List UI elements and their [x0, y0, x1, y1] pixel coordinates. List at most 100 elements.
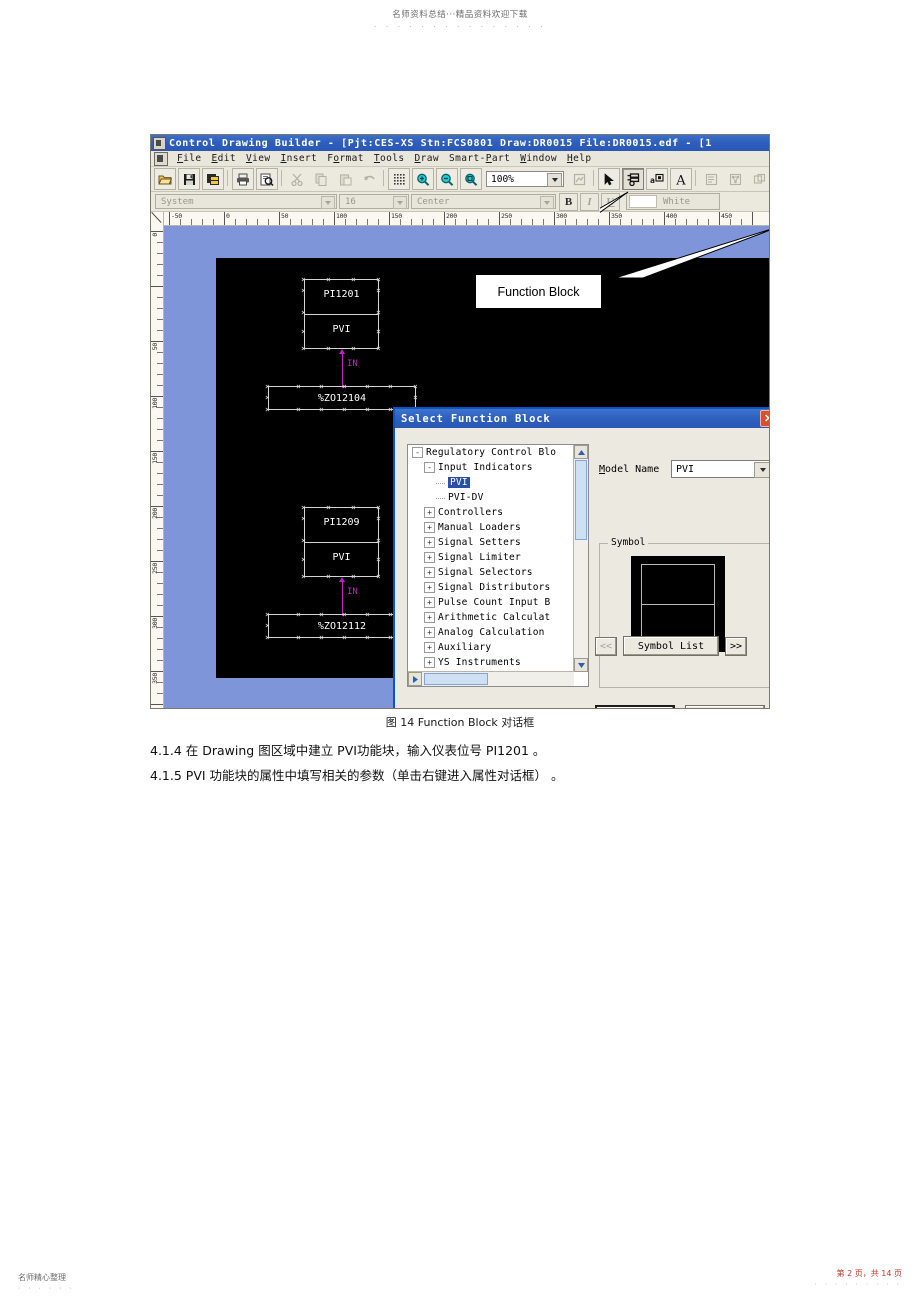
window-titlebar: Control Drawing Builder - [Pjt:CES-XS St…	[151, 135, 769, 151]
zoom-in-icon[interactable]	[412, 168, 434, 190]
tree-item-label: Controllers	[438, 507, 504, 518]
tree-item-label: Signal Distributors	[438, 582, 551, 593]
function-block-pi1209[interactable]: PI1209 PVI	[304, 507, 379, 577]
tree-expand-icon[interactable]: +	[424, 522, 435, 533]
tree-item-signal-selectors[interactable]: + Signal Selectors	[408, 565, 574, 580]
print-icon[interactable]	[232, 168, 254, 190]
italic-button[interactable]: I	[580, 192, 599, 211]
tree-item-auxiliary[interactable]: + Auxiliary	[408, 640, 574, 655]
symbol-list-button[interactable]: Symbol List	[623, 636, 719, 656]
menu-item-file[interactable]: File	[172, 153, 206, 164]
tree-item-pvi-dv[interactable]: PVI-DV	[408, 490, 574, 505]
vertical-ruler[interactable]: 0 50 100 150 200 250 300 350	[151, 225, 164, 708]
tree-item-ys-instruments[interactable]: + YS Instruments	[408, 655, 574, 670]
chevron-down-icon[interactable]	[321, 196, 335, 209]
previous-symbol-button[interactable]: <<	[595, 637, 617, 656]
tree-expand-icon[interactable]: +	[424, 657, 435, 668]
tree-item-analog-calculation[interactable]: + Analog Calculation	[408, 625, 574, 640]
save-icon[interactable]	[178, 168, 200, 190]
vertical-scroll-thumb[interactable]	[575, 460, 587, 540]
tree-item-controllers[interactable]: + Controllers	[408, 505, 574, 520]
smart-part-icon[interactable]: a	[646, 168, 668, 190]
next-symbol-button[interactable]: >>	[725, 637, 747, 656]
drawing-canvas[interactable]: PI1201 PVI × × × × × × × × × × × × × × I…	[164, 226, 769, 708]
tree-leaf-connector-icon	[436, 482, 445, 484]
close-icon[interactable]: ✕	[760, 410, 769, 427]
tree-expand-icon[interactable]: +	[424, 612, 435, 623]
tree-expand-icon[interactable]: +	[424, 537, 435, 548]
scroll-down-icon[interactable]	[574, 658, 588, 672]
function-block-pi1201[interactable]: PI1201 PVI	[304, 279, 379, 349]
footer-left-dots: · · · · · ·	[18, 1285, 75, 1292]
svg-text:a: a	[650, 176, 655, 185]
menu-item-help[interactable]: Help	[562, 153, 596, 164]
tree-vertical-scrollbar[interactable]	[573, 445, 588, 672]
function-block-tree[interactable]: - Regulatory Control Blo - Input Indicat…	[407, 444, 589, 687]
menu-item-format[interactable]: Format	[322, 153, 369, 164]
grid-icon[interactable]	[388, 168, 410, 190]
tree-expand-icon[interactable]: +	[424, 582, 435, 593]
tree-item-input-indicators[interactable]: - Input Indicators	[408, 460, 574, 475]
menu-item-edit[interactable]: Edit	[206, 153, 240, 164]
callout-function-block: Function Block	[475, 274, 602, 309]
select-pointer-icon[interactable]	[598, 168, 620, 190]
network-icon	[724, 168, 746, 190]
tree-collapse-icon[interactable]: -	[412, 447, 423, 458]
document-icon	[154, 151, 168, 166]
zoom-level-combo[interactable]: 100%	[486, 171, 564, 187]
tree-expand-icon[interactable]: +	[424, 507, 435, 518]
underline-button[interactable]: U	[601, 192, 620, 211]
menu-item-smart-part[interactable]: Smart-Part	[444, 153, 515, 164]
tree-expand-icon[interactable]: +	[424, 597, 435, 608]
bold-button[interactable]: B	[559, 192, 578, 211]
select-function-block-dialog[interactable]: Select Function Block ✕ - Regulatory Con…	[393, 407, 769, 708]
tree-item-signal-limiter[interactable]: + Signal Limiter	[408, 550, 574, 565]
tree-expand-icon[interactable]: +	[424, 627, 435, 638]
print-preview-icon[interactable]	[256, 168, 278, 190]
tree-expand-icon[interactable]: +	[424, 567, 435, 578]
model-name-label: Model Name	[599, 464, 660, 475]
model-name-combo[interactable]: PVI	[671, 460, 769, 478]
tree-item-regulatory-control-blocks[interactable]: - Regulatory Control Blo	[408, 445, 574, 460]
chevron-down-icon[interactable]	[540, 196, 554, 209]
chevron-down-icon[interactable]	[393, 196, 407, 209]
io-terminal-label: %ZO12104	[317, 392, 367, 404]
cancel-button[interactable]: Cancel	[685, 705, 765, 708]
scroll-right-icon[interactable]	[408, 672, 422, 686]
menu-item-tools[interactable]: Tools	[369, 153, 410, 164]
tree-expand-icon[interactable]: +	[424, 642, 435, 653]
menu-item-view[interactable]: View	[241, 153, 275, 164]
zoom-fit-icon[interactable]	[460, 168, 482, 190]
text-tool-icon[interactable]: A	[670, 168, 692, 190]
scroll-up-icon[interactable]	[574, 445, 588, 459]
ok-button[interactable]: OK	[595, 705, 675, 708]
tree-items[interactable]: - Regulatory Control Blo - Input Indicat…	[408, 445, 574, 672]
tree-item-signal-distributors[interactable]: + Signal Distributors	[408, 580, 574, 595]
tree-item-manual-loaders[interactable]: + Manual Loaders	[408, 520, 574, 535]
horizontal-scroll-thumb[interactable]	[424, 673, 488, 685]
line-color-combo[interactable]: White	[626, 193, 720, 210]
alignment-combo[interactable]: Center	[411, 194, 556, 209]
tree-horizontal-scrollbar[interactable]	[408, 671, 574, 686]
save-all-icon[interactable]	[202, 168, 224, 190]
tree-item-signal-setters[interactable]: + Signal Setters	[408, 535, 574, 550]
font-size-combo[interactable]: 16	[339, 194, 409, 209]
function-block-icon[interactable]	[622, 168, 644, 190]
open-icon[interactable]	[154, 168, 176, 190]
menu-item-insert[interactable]: Insert	[275, 153, 322, 164]
font-family-combo[interactable]: System	[155, 194, 337, 209]
tree-item-pvi[interactable]: PVI	[408, 475, 574, 490]
hruler-label: 50	[281, 212, 289, 220]
chevron-down-icon[interactable]	[754, 462, 769, 478]
menu-item-window[interactable]: Window	[515, 153, 562, 164]
tree-item-pulse-count-input-blocks[interactable]: + Pulse Count Input B	[408, 595, 574, 610]
tree-expand-icon[interactable]: +	[424, 552, 435, 563]
function-block-group-1[interactable]: PI1201 PVI × × × × × × × × × × × × × × I…	[256, 273, 436, 414]
chevron-down-icon[interactable]	[547, 173, 562, 187]
figure-caption: 图 14 Function Block 对话框	[385, 716, 535, 729]
tree-item-arithmetic-calculation[interactable]: + Arithmetic Calculat	[408, 610, 574, 625]
fb-model-label: PVI	[332, 552, 351, 563]
menu-item-draw[interactable]: Draw	[410, 153, 444, 164]
zoom-out-icon[interactable]	[436, 168, 458, 190]
tree-collapse-icon[interactable]: -	[424, 462, 435, 473]
